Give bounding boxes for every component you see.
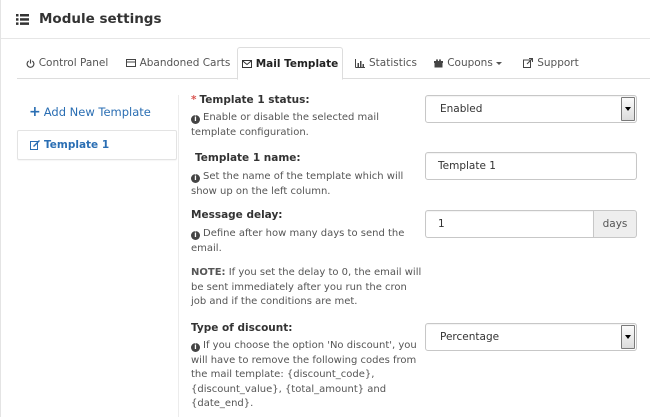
discount-help: i If you choose the option 'No discount',…: [191, 339, 417, 412]
delay-help-line1: Define after how many days to send the: [203, 228, 405, 239]
message-delay-input[interactable]: 1: [425, 210, 593, 238]
template-name-input[interactable]: Template 1: [425, 152, 637, 180]
required-marker: *: [191, 94, 197, 106]
tab-control-panel[interactable]: Control Panel: [17, 47, 117, 79]
edit-icon: [30, 140, 40, 150]
status-help: i Enable or disable the selected mail tem…: [191, 111, 379, 140]
name-label-text: Template 1 name:: [195, 152, 301, 164]
chevron-down-icon: [495, 62, 502, 65]
discount-help-line2: will have to remove the following codes …: [191, 354, 417, 366]
status-select[interactable]: Enabled: [425, 95, 637, 123]
tab-mail-template[interactable]: Mail Template: [237, 47, 343, 80]
add-new-template-link[interactable]: + Add New Template: [29, 105, 151, 119]
tab-statistics[interactable]: Statistics: [347, 47, 425, 79]
delay-label: Message delay:: [191, 209, 283, 221]
envelope-icon: [241, 59, 252, 68]
discount-help-line5: {date_end}.: [191, 398, 254, 409]
name-help-line1: Set the name of the template which will: [203, 171, 404, 182]
days-addon: days: [593, 210, 637, 238]
tab-label: Coupons: [447, 57, 493, 69]
panel-header: Module settings: [1, 0, 650, 39]
info-icon: i: [191, 115, 200, 124]
module-settings-panel: Module settings Control Panel Abandoned …: [0, 0, 650, 417]
cart-icon: [125, 59, 136, 67]
dropdown-arrow-icon: [621, 97, 635, 121]
tab-bar: Control Panel Abandoned Carts Mail Templ…: [17, 47, 650, 80]
delay-note-line3: job and if the conditions are met.: [191, 296, 358, 307]
name-help: i Set the name of the template which will…: [191, 170, 403, 199]
message-delay-value: 1: [438, 218, 445, 230]
discount-help-line4: {discount_value}, {total_amount} and: [191, 383, 387, 395]
delay-help-line2: email.: [191, 242, 222, 254]
bar-chart-icon: [355, 58, 365, 68]
sidebar-item-template-1[interactable]: Template 1: [17, 130, 177, 160]
discount-type-select[interactable]: Percentage: [425, 323, 637, 351]
delay-label-text: Message delay:: [191, 209, 283, 221]
status-select-value: Enabled: [440, 103, 483, 115]
tab-label: Control Panel: [38, 57, 109, 69]
discount-help-line1: If you choose the option 'No discount', …: [203, 340, 417, 351]
tab-label: Abandoned Carts: [139, 57, 231, 69]
tab-abandoned-carts[interactable]: Abandoned Carts: [121, 47, 235, 79]
template-name-value: Template 1: [438, 160, 496, 172]
discount-help-line3: the mail template: {discount_code},: [191, 369, 375, 380]
name-help-line2: show up on the left column.: [191, 185, 331, 197]
page-title: Module settings: [39, 11, 162, 27]
info-icon: i: [191, 174, 200, 183]
status-help-line1: Enable or disable the selected mail: [203, 112, 379, 123]
delay-note-line2: be sent immediately after you run the cr…: [191, 281, 407, 293]
add-new-template-label: Add New Template: [43, 105, 151, 119]
info-icon: i: [191, 231, 200, 240]
column-divider: [178, 95, 179, 417]
discount-type-value: Percentage: [440, 331, 500, 343]
status-label-text: Template 1 status:: [199, 94, 310, 106]
status-help-line2: template configuration.: [191, 126, 309, 138]
status-label: * Template 1 status:: [191, 94, 310, 106]
power-icon: [26, 58, 35, 68]
tab-label: Statistics: [369, 57, 417, 69]
tab-label: Support: [537, 57, 579, 69]
template-label: Template 1: [44, 139, 110, 151]
tab-support[interactable]: Support: [513, 47, 589, 79]
note-label: NOTE:: [191, 267, 226, 278]
message-delay-group: 1 days: [425, 210, 637, 238]
plus-icon: +: [29, 104, 41, 120]
gift-icon: [434, 58, 444, 68]
tab-label: Mail Template: [255, 57, 339, 70]
dropdown-arrow-icon: [621, 325, 635, 349]
name-label: Template 1 name:: [195, 152, 301, 164]
discount-label: Type of discount:: [191, 322, 292, 334]
external-link-icon: [523, 58, 534, 68]
list-icon: [16, 14, 29, 25]
delay-note-line1: If you set the delay to 0, the email wil…: [225, 267, 422, 278]
tab-coupons[interactable]: Coupons: [429, 47, 507, 79]
discount-label-text: Type of discount:: [191, 322, 293, 334]
delay-help: i Define after how many days to send the …: [191, 227, 404, 256]
info-icon: i: [191, 343, 200, 352]
delay-note: NOTE: If you set the delay to 0, the ema…: [191, 266, 421, 310]
